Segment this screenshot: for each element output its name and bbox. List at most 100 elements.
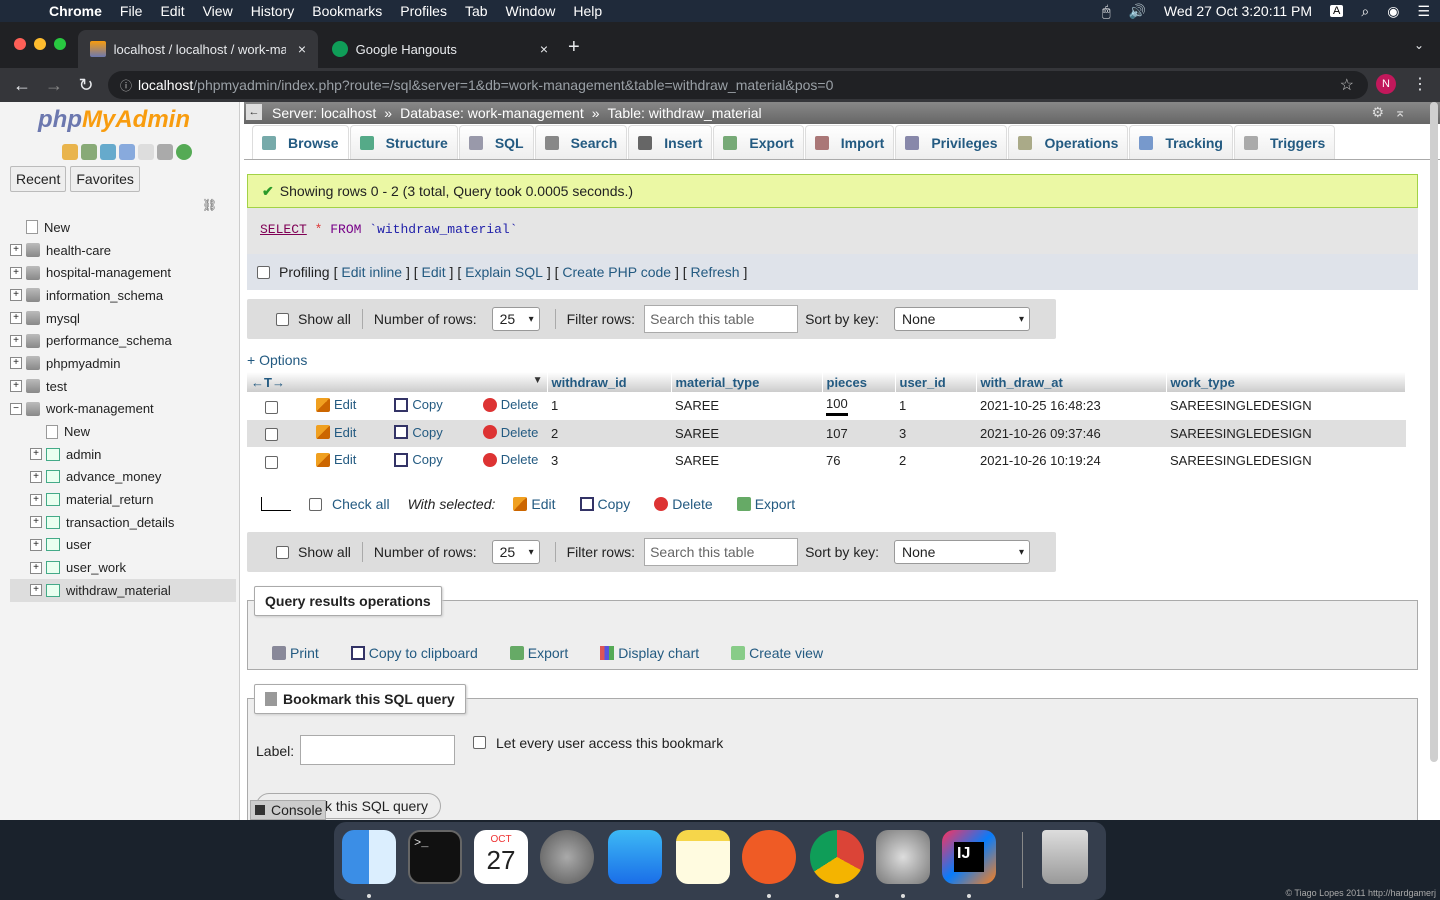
filter-rows-input[interactable]: Search this table (644, 305, 799, 333)
zoom-window-button[interactable] (54, 38, 66, 50)
tab-privileges[interactable]: Privileges (895, 125, 1008, 159)
tab-triggers[interactable]: Triggers (1233, 125, 1336, 159)
vertical-scrollbar[interactable] (1430, 102, 1438, 762)
phpmyadmin-logo[interactable]: phpMyAdmin (38, 106, 190, 134)
show-all-checkbox[interactable] (276, 545, 289, 559)
bulk-edit-button[interactable]: Edit (513, 496, 556, 512)
spotlight-search-icon[interactable]: ⌕ (1361, 3, 1369, 20)
chrome-menu-icon[interactable]: ⋮ (1412, 74, 1428, 94)
breadcrumb-database[interactable]: Database: work-management (400, 105, 584, 121)
tab-tracking[interactable]: Tracking (1129, 125, 1233, 159)
let-every-user-checkbox[interactable] (473, 736, 486, 749)
column-arrows-icon[interactable]: ←T→ (251, 375, 285, 390)
tree-item-label[interactable]: admin (66, 447, 101, 462)
tree-item-label[interactable]: work-management (46, 401, 154, 416)
expand-icon[interactable]: + (10, 289, 22, 302)
bulk-delete-button[interactable]: Delete (654, 496, 713, 512)
row-checkbox[interactable] (265, 428, 278, 441)
tree-item[interactable]: + withdraw_material (10, 579, 236, 602)
display-chart-link[interactable]: Display chart (600, 645, 699, 661)
collapse-icon[interactable]: − (10, 402, 22, 415)
notes-icon[interactable] (676, 830, 730, 884)
tree-item-label[interactable]: New (64, 424, 90, 439)
back-button[interactable]: ← (6, 75, 38, 96)
print-link[interactable]: Print (272, 645, 319, 661)
favorite-tables-button[interactable]: Favorites (70, 166, 140, 192)
cell-user-id[interactable]: 3 (895, 419, 976, 447)
intellij-idea-icon[interactable]: IJ (942, 830, 996, 884)
mysql-docs-icon[interactable] (138, 144, 154, 160)
documentation-icon[interactable] (119, 144, 135, 160)
tree-item-label[interactable]: New (44, 220, 70, 235)
column-header-with-draw-at[interactable]: with_draw_at (976, 372, 1167, 392)
tab-close-icon[interactable]: × (298, 41, 306, 57)
bulk-copy-button[interactable]: Copy (579, 496, 630, 512)
settings-gear-icon[interactable] (157, 144, 173, 160)
close-window-button[interactable] (14, 38, 26, 50)
check-all-label[interactable]: Check all (332, 496, 390, 512)
volume-icon[interactable]: 🔊 (1128, 3, 1145, 20)
column-header-pieces[interactable]: pieces (822, 372, 896, 392)
tree-item-label[interactable]: health-care (46, 243, 111, 258)
sort-by-key-select[interactable]: None ▾ (894, 307, 1030, 331)
row-copy-button[interactable]: Copy (394, 452, 443, 467)
cell-user-id[interactable]: 2 (895, 447, 976, 475)
tree-item[interactable]: + hospital-management (10, 261, 236, 284)
tree-item-label[interactable]: test (46, 379, 67, 394)
trash-icon[interactable] (1042, 830, 1088, 884)
home-icon[interactable] (62, 144, 78, 160)
column-header-withdraw-id[interactable]: withdraw_id (547, 372, 672, 392)
edit-query-link[interactable]: Edit (422, 264, 446, 280)
row-delete-button[interactable]: Delete (482, 397, 538, 412)
menu-view[interactable]: View (194, 3, 242, 19)
tree-item[interactable]: + performance_schema (10, 329, 236, 352)
scroll-top-icon[interactable]: ⌅ (1394, 104, 1406, 121)
expand-icon[interactable]: + (10, 266, 22, 279)
show-all-checkbox[interactable] (276, 312, 289, 326)
reload-navigation-icon[interactable] (176, 144, 192, 160)
breadcrumb-server[interactable]: Server: localhost (272, 105, 376, 121)
row-checkbox[interactable] (265, 400, 278, 414)
recent-tables-button[interactable]: Recent (10, 166, 67, 192)
mouse-icon[interactable]: 🖱 (1102, 3, 1110, 20)
breadcrumb-table[interactable]: Table: withdraw_material (608, 105, 762, 121)
tree-item[interactable]: + admin (10, 443, 236, 466)
row-delete-button[interactable]: Delete (482, 452, 538, 467)
cell-with-draw-at[interactable]: 2021-10-26 10:19:24 (976, 447, 1166, 475)
cell-material-type[interactable]: SAREE (671, 419, 822, 447)
expand-icon[interactable]: + (10, 334, 22, 347)
tree-item-label[interactable]: transaction_details (66, 515, 174, 530)
query-window-icon[interactable] (100, 144, 116, 160)
input-source-indicator[interactable]: A (1330, 5, 1344, 17)
menu-help[interactable]: Help (564, 3, 611, 19)
postman-icon[interactable] (742, 830, 796, 884)
export-link[interactable]: Export (509, 645, 568, 661)
menu-tab[interactable]: Tab (456, 3, 497, 19)
row-copy-button[interactable]: Copy (394, 397, 443, 412)
column-header-work-type[interactable]: work_type (1166, 372, 1406, 392)
system-preferences-icon[interactable] (876, 830, 930, 884)
link-with-main-panel-icon[interactable]: ⛓ (202, 198, 217, 212)
row-edit-button[interactable]: Edit (316, 397, 356, 412)
tree-item-label[interactable]: mysql (46, 311, 80, 326)
tree-item-label[interactable]: material_return (66, 492, 153, 507)
row-edit-button[interactable]: Edit (316, 452, 356, 467)
bookmark-star-icon[interactable]: ☆ (1340, 75, 1354, 95)
filter-rows-input[interactable]: Search this table (644, 538, 799, 566)
expand-icon[interactable]: + (10, 380, 22, 393)
cell-with-draw-at[interactable]: 2021-10-26 09:37:46 (976, 419, 1166, 447)
bookmark-label-input[interactable] (300, 735, 455, 765)
app-store-icon[interactable] (608, 830, 662, 884)
menu-file[interactable]: File (111, 3, 152, 19)
console-toggle[interactable]: Console (250, 800, 326, 820)
menu-window[interactable]: Window (497, 3, 565, 19)
edit-inline-link[interactable]: Edit inline (341, 264, 402, 280)
tree-item[interactable]: + advance_money (10, 466, 236, 489)
cell-work-type[interactable]: SAREESINGLEDESIGN (1166, 447, 1406, 475)
expand-icon[interactable]: + (30, 584, 42, 597)
address-bar[interactable]: ⓘ localhost /phpmyadmin/index.php?route=… (108, 71, 1368, 99)
tab-search-chevron-icon[interactable]: ⌄ (1414, 38, 1424, 52)
tree-item[interactable]: + user_work (10, 556, 236, 579)
tab-search[interactable]: Search (534, 125, 628, 159)
tree-item-label[interactable]: withdraw_material (66, 583, 171, 598)
